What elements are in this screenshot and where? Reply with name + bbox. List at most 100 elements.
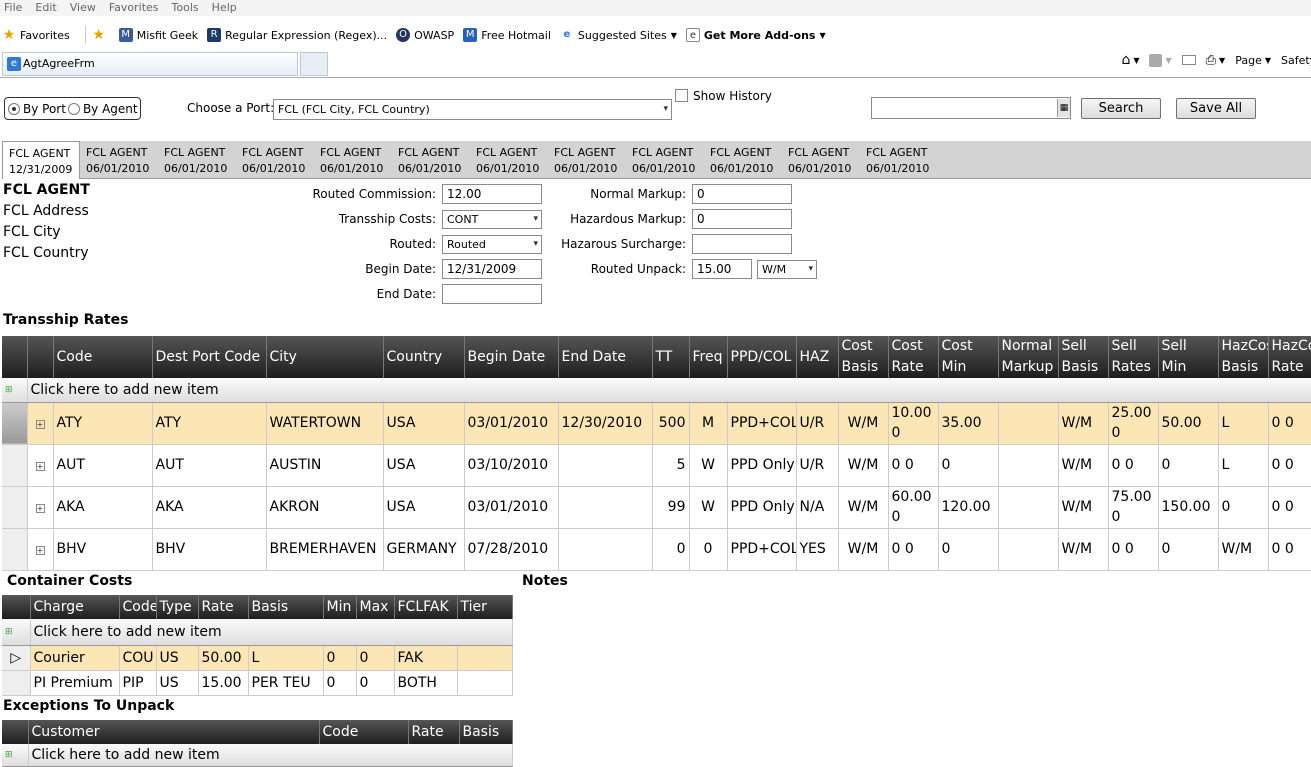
by-port-radio[interactable] xyxy=(8,102,20,115)
add-new-item-row[interactable]: ⊞ Click here to add new item xyxy=(2,619,513,646)
agent-tab[interactable]: FCL AGENT 06/01/2010 xyxy=(782,141,860,179)
safety-menu[interactable]: Safety xyxy=(1281,54,1311,67)
col-code[interactable]: Code xyxy=(119,595,157,619)
row-selector[interactable]: ▷ xyxy=(2,645,31,671)
fav-regex[interactable]: R Regular Expression (Regex)... xyxy=(207,28,387,42)
hazardous-markup-input[interactable]: 0 xyxy=(692,209,792,229)
hazardous-surcharge-input[interactable] xyxy=(692,234,792,254)
agent-tab[interactable]: FCL AGENT 06/01/2010 xyxy=(314,141,392,179)
routed-unpack-basis-select[interactable]: W/M xyxy=(757,260,817,279)
row-selector[interactable] xyxy=(2,402,28,445)
agent-tab[interactable]: FCL AGENT 06/01/2010 xyxy=(158,141,236,179)
col-charge[interactable]: Charge xyxy=(30,595,120,619)
col-city[interactable]: City xyxy=(266,336,384,378)
col-haz[interactable]: HAZ xyxy=(796,336,839,378)
agent-tab[interactable]: FCL AGENT 06/01/2010 xyxy=(704,141,782,179)
table-row[interactable]: + BHV BHV BREMERHAVEN GERMANY 07/28/2010 0 0 PPD… xyxy=(2,528,1311,571)
col-basis[interactable]: Basis xyxy=(459,720,513,744)
routed-select[interactable]: Routed xyxy=(442,235,542,254)
show-history-checkbox[interactable] xyxy=(675,89,688,102)
search-input[interactable] xyxy=(871,97,1071,119)
row-selector[interactable] xyxy=(2,444,28,487)
plus-icon[interactable]: + xyxy=(35,546,45,555)
agent-tab[interactable]: FCL AGENT 06/01/2010 xyxy=(626,141,704,179)
row-selector[interactable] xyxy=(2,670,31,696)
col-tier[interactable]: Tier xyxy=(457,595,513,619)
col-sell-min[interactable]: Sell Min xyxy=(1158,336,1219,378)
plus-icon[interactable]: + xyxy=(35,504,45,513)
row-selector[interactable] xyxy=(2,486,28,529)
begin-date-input[interactable]: 12/31/2009 xyxy=(442,259,542,279)
transship-costs-select[interactable]: CONT xyxy=(442,210,542,229)
fav-hotmail[interactable]: M Free Hotmail xyxy=(463,28,551,42)
plus-icon[interactable]: + xyxy=(35,462,45,471)
mail-button[interactable] xyxy=(1181,55,1196,65)
col-basis[interactable]: Basis xyxy=(248,595,324,619)
normal-markup-input[interactable]: 0 xyxy=(692,184,792,204)
routed-commission-input[interactable]: 12.00 xyxy=(442,184,542,204)
col-max[interactable]: Max xyxy=(356,595,395,619)
col-begin-date[interactable]: Begin Date xyxy=(464,336,559,378)
new-tab-button[interactable] xyxy=(300,52,328,76)
by-agent-radio[interactable] xyxy=(67,102,80,115)
add-new-item-row[interactable]: ⊞ Click here to add new item xyxy=(2,744,513,767)
add-new-item-row[interactable]: ⊞ Click here to add new item xyxy=(2,378,1311,403)
expand-row-cell[interactable]: + xyxy=(27,444,54,487)
col-cost-basis[interactable]: Cost Basis xyxy=(838,336,889,378)
grid-icon[interactable]: ▦ xyxy=(1057,99,1070,117)
end-date-input[interactable] xyxy=(442,284,542,304)
add-favorite-button[interactable]: ★ xyxy=(92,28,110,42)
row-selector[interactable] xyxy=(2,528,28,571)
fav-misfit-geek[interactable]: M Misfit Geek xyxy=(118,28,198,42)
col-end-date[interactable]: End Date xyxy=(558,336,653,378)
agent-tab[interactable]: FCL AGENT 12/31/2009 xyxy=(2,141,80,179)
col-type[interactable]: Type xyxy=(156,595,199,619)
col-min[interactable]: Min xyxy=(323,595,357,619)
col-rate[interactable]: Rate xyxy=(198,595,249,619)
page-menu[interactable]: Page ▼ xyxy=(1235,54,1271,67)
col-tt[interactable]: TT xyxy=(652,336,690,378)
table-row[interactable]: + ATY ATY WATERTOWN USA 03/01/2010 12/30/2010 5… xyxy=(2,402,1311,445)
col-fclfak[interactable]: FCLFAK xyxy=(394,595,458,619)
col-normal-markup[interactable]: Normal Markup xyxy=(998,336,1059,378)
col-code[interactable]: Code xyxy=(319,720,409,744)
browser-tab[interactable]: e AgtAgreeFrm xyxy=(2,52,298,76)
col-hazcost-basis[interactable]: HazCost Basis xyxy=(1218,336,1269,378)
menu-help[interactable]: Help xyxy=(208,0,246,16)
expand-row-cell[interactable]: + xyxy=(27,402,54,445)
agent-tab[interactable]: FCL AGENT 06/01/2010 xyxy=(860,141,938,179)
expand-row-cell[interactable]: + xyxy=(27,528,54,571)
agent-tab[interactable]: FCL AGENT 06/01/2010 xyxy=(80,141,158,179)
menu-tools[interactable]: Tools xyxy=(168,0,208,16)
port-select[interactable]: FCL (FCL City, FCL Country) xyxy=(273,99,672,120)
table-row[interactable]: PI Premium PIP US 15.00 PER TEU 0 0 BOTH xyxy=(2,670,513,696)
routed-unpack-input[interactable]: 15.00 xyxy=(692,259,752,279)
agent-tab[interactable]: FCL AGENT 06/01/2010 xyxy=(236,141,314,179)
expand-row-cell[interactable]: + xyxy=(27,486,54,529)
search-button[interactable]: Search xyxy=(1081,98,1161,119)
col-sell-rates[interactable]: Sell Rates xyxy=(1108,336,1159,378)
agent-tab[interactable]: FCL AGENT 06/01/2010 xyxy=(470,141,548,179)
col-code[interactable]: Code xyxy=(53,336,153,378)
agent-tab[interactable]: FCL AGENT 06/01/2010 xyxy=(392,141,470,179)
home-button[interactable]: ⌂ ▼ xyxy=(1121,52,1139,68)
fav-get-addons[interactable]: e Get More Add-ons ▼ xyxy=(685,28,826,42)
menu-file[interactable]: File xyxy=(0,0,31,16)
agent-tab[interactable]: FCL AGENT 06/01/2010 xyxy=(548,141,626,179)
col-hazcost-rate[interactable]: HazCost Rate xyxy=(1268,336,1311,378)
col-sell-basis[interactable]: Sell Basis xyxy=(1058,336,1109,378)
print-button[interactable]: ⎙ ▼ xyxy=(1206,53,1226,68)
fav-owasp[interactable]: O OWASP xyxy=(396,28,454,42)
menu-view[interactable]: View xyxy=(66,0,105,16)
col-freq[interactable]: Freq xyxy=(689,336,728,378)
col-country[interactable]: Country xyxy=(383,336,465,378)
feeds-button[interactable]: ▼ xyxy=(1149,53,1172,67)
save-all-button[interactable]: Save All xyxy=(1176,98,1256,119)
fav-suggested-sites[interactable]: e Suggested Sites ▼ xyxy=(560,28,677,42)
table-row[interactable]: + AUT AUT AUSTIN USA 03/10/2010 5 W PPD Only U/R W… xyxy=(2,444,1311,487)
col-dest-port-code[interactable]: Dest Port Code xyxy=(152,336,267,378)
col-rate[interactable]: Rate xyxy=(408,720,460,744)
menu-edit[interactable]: Edit xyxy=(31,0,65,16)
plus-icon[interactable]: + xyxy=(35,420,45,429)
table-row[interactable]: + AKA AKA AKRON USA 03/01/2010 99 W PPD Only N/A W… xyxy=(2,486,1311,529)
